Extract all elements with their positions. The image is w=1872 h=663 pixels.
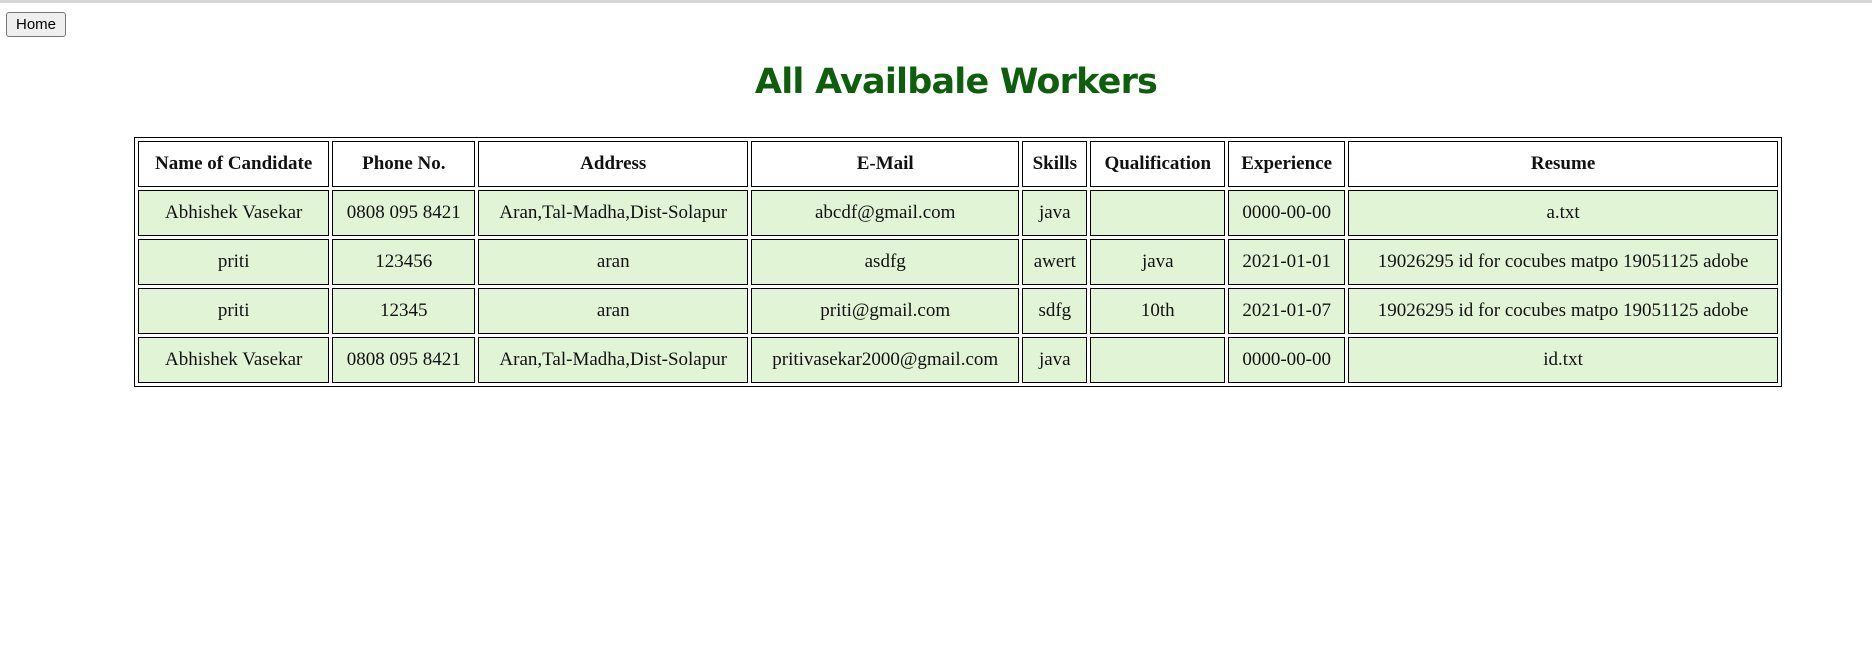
cell-address: aran bbox=[478, 239, 749, 285]
cell-skills: awert bbox=[1022, 239, 1088, 285]
column-header-skills: Skills bbox=[1022, 141, 1088, 187]
cell-phone: 0808 095 8421 bbox=[332, 337, 476, 383]
cell-name: Abhishek Vasekar bbox=[138, 190, 330, 236]
cell-address: Aran,Tal-Madha,Dist-Solapur bbox=[478, 190, 749, 236]
column-header-phone: Phone No. bbox=[332, 141, 476, 187]
cell-name: priti bbox=[138, 239, 330, 285]
table-row: priti 12345 aran priti@gmail.com sdfg 10… bbox=[138, 288, 1778, 334]
cell-name: Abhishek Vasekar bbox=[138, 337, 330, 383]
cell-email: priti@gmail.com bbox=[751, 288, 1020, 334]
column-header-resume: Resume bbox=[1348, 141, 1778, 187]
cell-phone: 12345 bbox=[332, 288, 476, 334]
cell-qualification bbox=[1090, 190, 1226, 236]
cell-phone: 123456 bbox=[332, 239, 476, 285]
cell-skills: sdfg bbox=[1022, 288, 1088, 334]
table-row: Abhishek Vasekar 0808 095 8421 Aran,Tal-… bbox=[138, 337, 1778, 383]
column-header-qualification: Qualification bbox=[1090, 141, 1226, 187]
workers-table-container: Name of Candidate Phone No. Address E-Ma… bbox=[134, 137, 1782, 387]
cell-qualification: java bbox=[1090, 239, 1226, 285]
cell-resume: 19026295 id for cocubes matpo 19051125 a… bbox=[1348, 288, 1778, 334]
cell-address: aran bbox=[478, 288, 749, 334]
table-header-row: Name of Candidate Phone No. Address E-Ma… bbox=[138, 141, 1778, 187]
column-header-email: E-Mail bbox=[751, 141, 1020, 187]
cell-experience: 2021-01-01 bbox=[1228, 239, 1346, 285]
cell-resume: a.txt bbox=[1348, 190, 1778, 236]
cell-skills: java bbox=[1022, 337, 1088, 383]
column-header-address: Address bbox=[478, 141, 749, 187]
cell-experience: 2021-01-07 bbox=[1228, 288, 1346, 334]
cell-name: priti bbox=[138, 288, 330, 334]
cell-email: abcdf@gmail.com bbox=[751, 190, 1020, 236]
cell-resume: 19026295 id for cocubes matpo 19051125 a… bbox=[1348, 239, 1778, 285]
table-row: Abhishek Vasekar 0808 095 8421 Aran,Tal-… bbox=[138, 190, 1778, 236]
cell-qualification: 10th bbox=[1090, 288, 1226, 334]
table-row: priti 123456 aran asdfg awert java 2021-… bbox=[138, 239, 1778, 285]
home-button[interactable]: Home bbox=[6, 12, 67, 37]
cell-resume: id.txt bbox=[1348, 337, 1778, 383]
cell-experience: 0000-00-00 bbox=[1228, 337, 1346, 383]
column-header-experience: Experience bbox=[1228, 141, 1346, 187]
cell-experience: 0000-00-00 bbox=[1228, 190, 1346, 236]
page-title: All Availbale Workers bbox=[754, 62, 1158, 102]
cell-phone: 0808 095 8421 bbox=[332, 190, 476, 236]
column-header-name: Name of Candidate bbox=[138, 141, 330, 187]
cell-skills: java bbox=[1022, 190, 1088, 236]
workers-table: Name of Candidate Phone No. Address E-Ma… bbox=[134, 137, 1782, 387]
cell-email: asdfg bbox=[751, 239, 1020, 285]
top-divider bbox=[0, 0, 1872, 3]
cell-email: pritivasekar2000@gmail.com bbox=[751, 337, 1020, 383]
cell-address: Aran,Tal-Madha,Dist-Solapur bbox=[478, 337, 749, 383]
cell-qualification bbox=[1090, 337, 1226, 383]
